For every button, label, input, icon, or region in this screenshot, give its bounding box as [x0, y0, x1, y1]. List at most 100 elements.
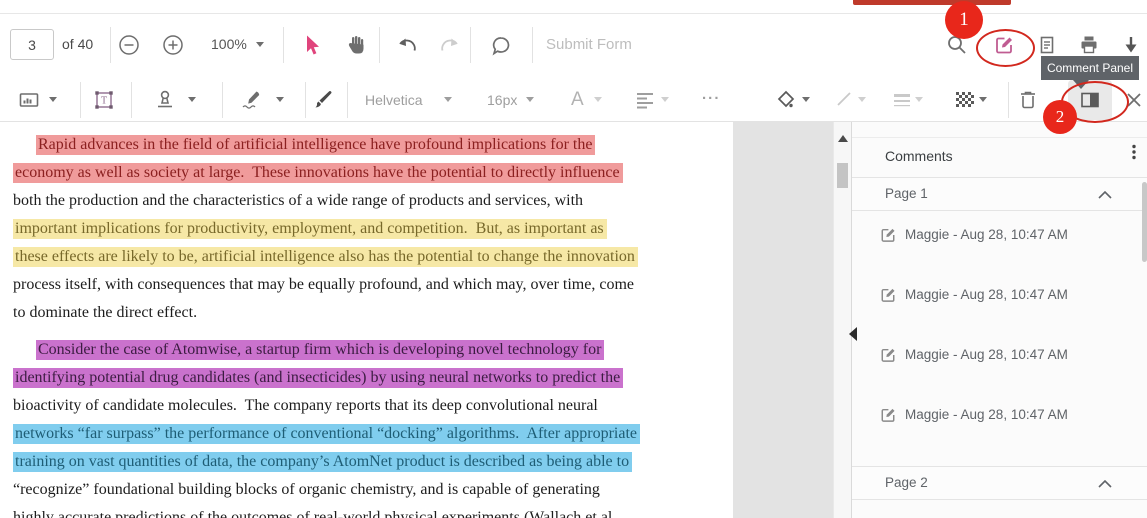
panel-scrollbar-thumb[interactable]	[1142, 182, 1147, 262]
chevron-down-icon	[661, 97, 669, 102]
delete-button[interactable]	[1016, 88, 1040, 112]
stamp-tool-button[interactable]	[153, 88, 177, 112]
zoom-in-button[interactable]	[162, 34, 184, 56]
font-size-dropdown[interactable]: 16px	[487, 85, 517, 115]
highlighted-text[interactable]: these effects are likely to be, artifici…	[13, 247, 638, 267]
free-text-icon: T	[92, 88, 116, 112]
document-scrollbar[interactable]	[833, 122, 852, 518]
fill-color-button[interactable]	[774, 88, 798, 112]
text-align-button[interactable]	[633, 88, 657, 112]
highlighted-text[interactable]: important implications for productivity,…	[13, 219, 607, 239]
print-button[interactable]	[1078, 34, 1100, 56]
comment-author-line: Maggie - Aug 28, 10:47 AM	[905, 227, 1068, 242]
divider	[852, 137, 1147, 138]
comment-item[interactable]: Maggie - Aug 28, 10:47 AM	[852, 391, 1147, 451]
comment-item[interactable]: Maggie - Aug 28, 10:47 AM	[852, 271, 1147, 331]
pan-tool-button[interactable]	[345, 33, 369, 57]
freehand-tool-button[interactable]	[311, 88, 335, 112]
document-line: these effects are likely to be, artifici…	[13, 243, 733, 271]
document-line: identifying potential drug candidates (a…	[13, 364, 733, 392]
highlighted-text[interactable]: Consider the case of Atomwise, a startup…	[36, 340, 604, 360]
undo-button[interactable]	[395, 34, 419, 58]
scrollbar-thumb[interactable]	[837, 163, 848, 188]
comment-tool-button[interactable]	[489, 34, 513, 58]
tooltip-comment-panel: Comment Panel	[1041, 56, 1139, 80]
free-text-tool-button[interactable]: T	[92, 88, 116, 112]
panel-collapse-arrow-icon[interactable]	[849, 327, 857, 341]
kebab-menu-icon[interactable]	[1126, 143, 1142, 166]
document-text: Rapid advances in the field of artificia…	[0, 122, 733, 518]
section-label: Page 1	[885, 186, 928, 201]
highlighted-text[interactable]: training on vast quantities of data, the…	[13, 452, 632, 472]
comment-author-line: Maggie - Aug 28, 10:47 AM	[905, 287, 1068, 302]
document-page[interactable]: Rapid advances in the field of artificia…	[0, 122, 733, 518]
comment-author-line: Maggie - Aug 28, 10:47 AM	[905, 347, 1068, 362]
chevron-up-icon[interactable]	[1098, 480, 1112, 488]
divider	[305, 82, 306, 118]
chevron-down-icon[interactable]	[49, 97, 57, 102]
comment-item[interactable]: Maggie - Aug 28, 10:47 AM	[852, 331, 1147, 391]
submit-form-button[interactable]: Submit Form	[546, 29, 632, 60]
chevron-down-icon[interactable]	[979, 97, 987, 102]
document-line: networks “far surpass” the performance o…	[13, 420, 733, 448]
chevron-down-icon[interactable]	[802, 97, 810, 102]
divider	[470, 27, 471, 63]
download-button[interactable]	[1120, 34, 1142, 56]
notes-panel-button[interactable]	[1036, 34, 1058, 56]
chevron-down-icon	[594, 97, 602, 102]
plain-text: “recognize” foundational building blocks…	[13, 481, 600, 498]
select-tool-button[interactable]	[300, 33, 324, 57]
text-color-button[interactable]: A	[571, 85, 584, 115]
zoom-out-button[interactable]	[118, 34, 140, 56]
redo-icon	[438, 34, 462, 58]
line-thickness-button	[890, 88, 914, 112]
chevron-down-icon[interactable]	[276, 97, 284, 102]
divider	[131, 82, 132, 118]
plain-text: bioactivity of candidate molecules. The …	[13, 397, 598, 414]
signature-tool-button[interactable]	[239, 88, 263, 112]
chevron-down-icon[interactable]	[526, 97, 534, 102]
page-number-input[interactable]	[10, 29, 54, 60]
document-line: important implications for productivity,…	[13, 215, 733, 243]
chevron-down-icon	[858, 97, 866, 102]
opacity-button[interactable]	[952, 88, 976, 112]
document-line: “recognize” foundational building blocks…	[13, 476, 733, 504]
plain-text: highly accurate predictions of the outco…	[13, 509, 620, 518]
freehand-brush-icon	[311, 88, 335, 112]
more-options-button[interactable]: ...	[702, 80, 721, 110]
plain-text: both the production and the characterist…	[13, 192, 583, 209]
plain-text: to dominate the direct effect.	[13, 304, 197, 321]
chevron-up-icon[interactable]	[1098, 191, 1112, 199]
zoom-level-dropdown[interactable]: 100%	[211, 29, 247, 60]
page-total-label: of 40	[62, 29, 93, 60]
chevron-down-icon[interactable]	[444, 97, 452, 102]
chevron-down-icon[interactable]	[256, 42, 264, 47]
annotation-ellipse-step1	[976, 29, 1035, 67]
edit-note-icon	[879, 406, 897, 424]
scroll-up-arrow-icon[interactable]	[838, 135, 848, 142]
document-line: Consider the case of Atomwise, a startup…	[13, 336, 733, 364]
document-line: both the production and the characterist…	[13, 187, 733, 215]
trash-icon	[1016, 88, 1040, 112]
highlighted-text[interactable]: Rapid advances in the field of artificia…	[36, 135, 595, 155]
comment-item[interactable]: Maggie - Aug 28, 10:47 AM	[852, 211, 1147, 271]
zoom-out-icon	[118, 34, 140, 56]
document-line: process itself, with consequences that m…	[13, 271, 733, 299]
image-tool-button[interactable]	[17, 88, 41, 112]
highlighted-text[interactable]: identifying potential drug candidates (a…	[13, 368, 623, 388]
comment-bubble-icon	[489, 34, 513, 58]
document-line: training on vast quantities of data, the…	[13, 448, 733, 476]
chevron-down-icon[interactable]	[188, 97, 196, 102]
redo-button[interactable]	[438, 34, 462, 58]
divider	[532, 27, 533, 63]
comments-section-header[interactable]: Page 1	[852, 177, 1147, 211]
highlighted-text[interactable]: networks “far surpass” the performance o…	[13, 424, 640, 444]
plain-text: process itself, with consequences that m…	[13, 276, 634, 293]
comments-section-header[interactable]: Page 2	[852, 466, 1147, 500]
font-family-dropdown[interactable]: Helvetica	[365, 85, 423, 115]
highlighted-text[interactable]: economy as well as society at large. The…	[13, 163, 623, 183]
edit-note-icon	[879, 226, 897, 244]
select-cursor-icon	[300, 33, 324, 57]
stroke-style-button	[833, 88, 857, 112]
divider	[283, 27, 284, 63]
